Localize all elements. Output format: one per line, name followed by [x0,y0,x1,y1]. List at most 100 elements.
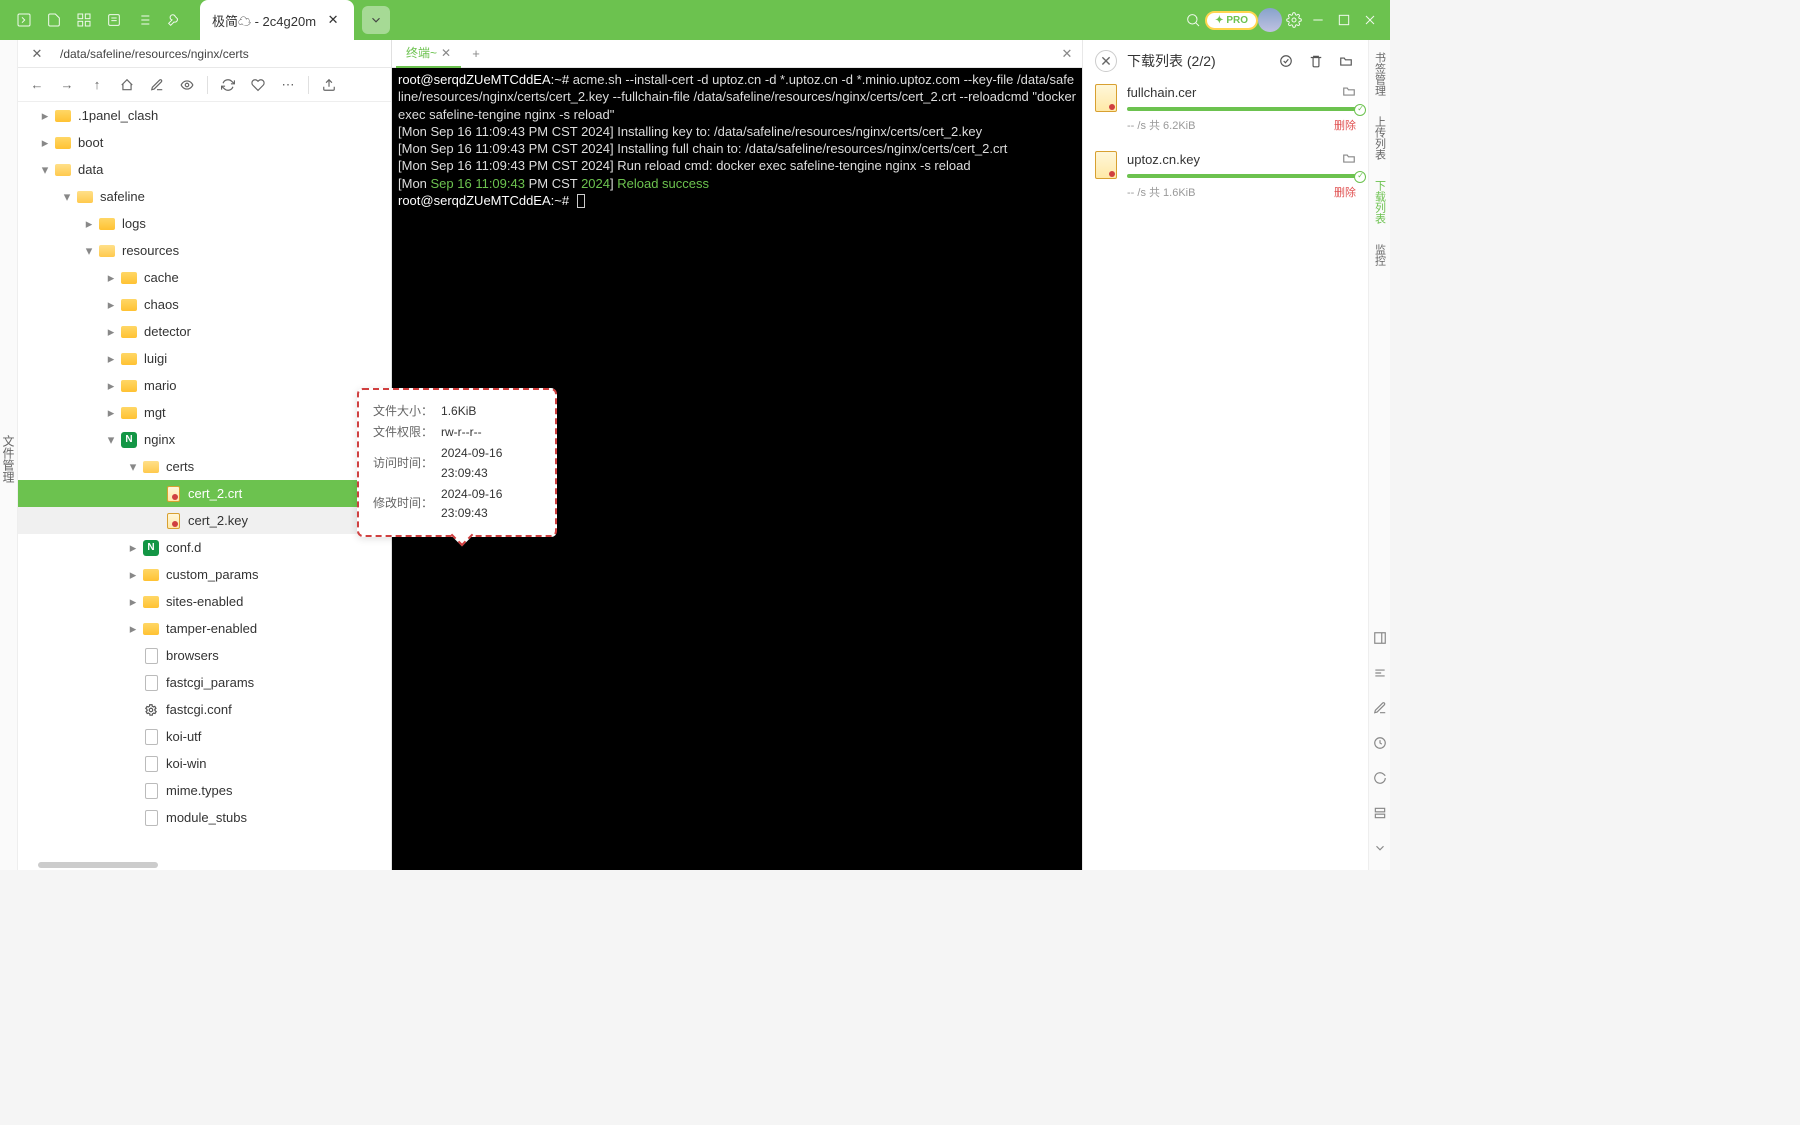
delete-download-button[interactable]: 删除 [1334,117,1356,133]
terminal-in-icon[interactable] [12,8,36,32]
folder-icon [120,404,138,422]
expand-icon[interactable]: ▸ [104,379,118,393]
tree-row[interactable]: ▾data [18,156,391,183]
refresh-icon[interactable] [215,72,241,98]
tree-row[interactable]: ▸koi-win [18,750,391,777]
expand-icon[interactable]: ▸ [104,352,118,366]
path-text[interactable]: /data/safeline/resources/nginx/certs [56,45,385,63]
minimize-icon[interactable] [1306,8,1330,32]
file-tree[interactable]: ▸.1panel_clash▸boot▾data▾safeline▸logs▾r… [18,102,391,870]
expand-icon[interactable]: ▸ [82,217,96,231]
grid-icon[interactable] [72,8,96,32]
reveal-in-folder-icon[interactable] [1342,84,1356,101]
open-folder-icon[interactable] [1336,51,1356,71]
tree-row[interactable]: ▸cache [18,264,391,291]
close-panel-icon[interactable]: ✕ [24,41,50,67]
new-file-icon[interactable] [42,8,66,32]
expand-icon[interactable]: ▸ [104,406,118,420]
tree-row[interactable]: ▸mario [18,372,391,399]
expand-icon[interactable]: ▸ [126,568,140,582]
tree-row[interactable]: ▸detector [18,318,391,345]
chevron-down-icon[interactable] [1373,841,1387,858]
tree-row[interactable]: ▾resources [18,237,391,264]
tree-row[interactable]: ▸cert_2.key [18,507,391,534]
horizontal-scrollbar[interactable] [38,862,158,868]
download-filename: fullchain.cer [1127,85,1196,100]
tree-row[interactable]: ▸mime.types [18,777,391,804]
close-icon[interactable] [1358,8,1382,32]
tree-row[interactable]: ▾certs [18,453,391,480]
tree-row[interactable]: ▸mgt [18,399,391,426]
favorite-icon[interactable] [245,72,271,98]
close-tab-icon[interactable]: ✕ [324,11,342,29]
tree-row[interactable]: ▸koi-utf [18,723,391,750]
tree-row[interactable]: ▸module_stubs [18,804,391,831]
panel-toggle-icon[interactable] [1373,631,1387,648]
tree-row[interactable]: ▾safeline [18,183,391,210]
forward-icon[interactable]: → [54,72,80,98]
collapse-icon[interactable]: ▾ [126,460,140,474]
tree-row[interactable]: ▸fastcgi_params [18,669,391,696]
tree-row[interactable]: ▸custom_params [18,561,391,588]
tree-row[interactable]: ▸logs [18,210,391,237]
up-icon[interactable]: ↑ [84,72,110,98]
tree-row[interactable]: ▸cert_2.crt [18,480,391,507]
close-downloads-icon[interactable]: ✕ [1095,50,1117,72]
expand-icon[interactable]: ▸ [38,109,52,123]
tree-row[interactable]: ▸Nconf.d [18,534,391,561]
snippet-icon[interactable] [102,8,126,32]
reveal-in-folder-icon[interactable] [1342,151,1356,168]
collapse-icon[interactable]: ▾ [60,190,74,204]
terminal-tab[interactable]: 终端~ ✕ [396,40,461,68]
tab-dropdown-icon[interactable] [362,6,390,34]
expand-icon[interactable]: ▸ [104,271,118,285]
expand-icon[interactable]: ▸ [104,325,118,339]
collapse-icon[interactable]: ▾ [38,163,52,177]
tree-row[interactable]: ▸.1panel_clash [18,102,391,129]
more-icon[interactable]: ⋯ [275,72,301,98]
expand-icon[interactable]: ▸ [38,136,52,150]
search-icon[interactable] [1181,8,1205,32]
expand-icon[interactable]: ▸ [104,298,118,312]
file-manager-sidebar-label[interactable]: 文件管理 [0,40,18,870]
right-item-uploads[interactable]: 上传列表 [1372,112,1388,164]
gear-icon[interactable] [1282,8,1306,32]
stack-icon[interactable] [1373,806,1387,823]
history-icon[interactable] [1373,736,1387,753]
collapse-icon[interactable]: ▾ [104,433,118,447]
list-icon[interactable] [132,8,156,32]
tree-row[interactable]: ▸tamper-enabled [18,615,391,642]
tree-row[interactable]: ▸browsers [18,642,391,669]
tree-row[interactable]: ▸fastcgi.conf [18,696,391,723]
clear-list-icon[interactable] [1306,51,1326,71]
tree-row[interactable]: ▸sites-enabled [18,588,391,615]
tree-row[interactable]: ▸boot [18,129,391,156]
show-hidden-icon[interactable] [174,72,200,98]
command-icon[interactable] [1373,666,1387,683]
clear-completed-icon[interactable] [1276,51,1296,71]
edit-icon[interactable] [1373,701,1387,718]
tree-row[interactable]: ▸luigi [18,345,391,372]
expand-icon[interactable]: ▸ [126,622,140,636]
home-icon[interactable] [114,72,140,98]
close-terminal-panel-icon[interactable]: ✕ [1056,43,1078,65]
main-tab[interactable]: 极简☁ - 2c4g20m ✕ [200,0,354,40]
wrench-icon[interactable] [162,8,186,32]
edit-path-icon[interactable] [144,72,170,98]
maximize-icon[interactable] [1332,8,1356,32]
avatar[interactable] [1258,8,1282,32]
right-item-monitor[interactable]: 监控 [1372,240,1388,270]
delete-download-button[interactable]: 删除 [1334,184,1356,200]
right-item-downloads[interactable]: 下载列表 [1372,176,1388,228]
expand-icon[interactable]: ▸ [126,595,140,609]
upload-icon[interactable] [316,72,342,98]
refresh-strip-icon[interactable] [1373,771,1387,788]
collapse-icon[interactable]: ▾ [82,244,96,258]
right-item-bookmarks[interactable]: 书签管理 [1372,48,1388,100]
close-terminal-tab-icon[interactable]: ✕ [441,46,451,60]
add-terminal-tab-icon[interactable]: + [465,43,487,65]
back-icon[interactable]: ← [24,72,50,98]
tree-row[interactable]: ▸chaos [18,291,391,318]
tree-row[interactable]: ▾Nnginx [18,426,391,453]
expand-icon[interactable]: ▸ [126,541,140,555]
